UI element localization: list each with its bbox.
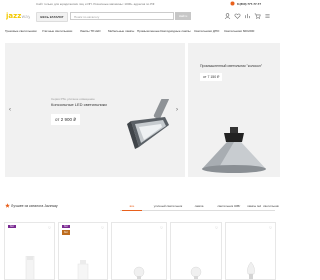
slider-prev-icon[interactable]: ‹ [9,107,11,113]
top-message: Сайт только для юридических лиц и ИП. Ро… [36,2,155,6]
side-banner-price[interactable]: от 7 150 ₽ [200,73,223,81]
candle-bulb-icon [246,262,255,279]
product-card[interactable]: ♡ [111,222,167,280]
nav-item[interactable]: Уличные светильники [42,29,72,33]
header: jazz way ВЕСЬ КАТАЛОГ Поиск по каталогу … [0,9,280,24]
category-nav: Трековые светильники Уличные светильники… [0,27,280,35]
hero-price[interactable]: от 2 900 ₽ [51,114,81,125]
filter-chip[interactable]: уличный светильник [148,203,188,210]
product-card[interactable]: Хит Хит ♡ [58,222,108,280]
tube-lamp-icon [25,256,34,279]
nav-item[interactable]: Светильники 600x600 [224,29,254,33]
phone-number[interactable]: 8 (800) 777-77-77 [237,2,261,6]
compare-icon[interactable] [244,12,251,20]
filter-chip[interactable]: светильник 40Вт [215,203,243,210]
hit-badge-secondary: Хит [62,230,70,235]
favorite-icon[interactable]: ♡ [269,226,272,230]
user-icon[interactable] [224,12,231,20]
hero-banner[interactable]: ‹ › Серия PSL уличное освещение Консольн… [5,43,185,177]
best-section-header: Лучшее из каталога Jazzway все уличный с… [0,200,280,212]
star-icon [5,203,10,208]
highbay-lamp-image [202,127,266,173]
phone-icon [230,1,235,6]
catalog-button[interactable]: ВЕСЬ КАТАЛОГ [36,12,68,22]
cart-icon[interactable] [254,12,261,20]
favorite-icon[interactable]: ♡ [160,226,163,230]
hero-caption: Серия PSL уличное освещение [51,97,95,101]
bulb-icon [190,266,202,279]
nav-item[interactable]: Светильники ДПО [194,29,219,33]
favorite-icon[interactable]: ♡ [215,226,218,230]
favorite-icon[interactable]: ♡ [48,226,51,230]
search-button[interactable]: Найти [175,12,191,20]
svg-text:way: way [22,15,31,20]
hit-badge: Хит [8,225,16,228]
nav-item[interactable]: Промышленные [137,29,160,33]
section-title: Лучшее из каталога Jazzway [11,204,58,208]
nav-item[interactable]: Трековые светильники [5,29,37,33]
product-card[interactable]: ♡ [170,222,222,280]
svg-text:jazz: jazz [6,12,21,20]
street-lamp-image [127,99,170,149]
hero-title: Консольные LED светильники [51,102,107,107]
nav-item[interactable]: Мебельные лампы [108,29,134,33]
menu-icon[interactable] [264,12,271,20]
favorites-icon[interactable] [234,12,241,20]
side-banner-title: Промышленный светильник "колокол" [200,64,263,68]
filter-chip[interactable]: светильник [263,203,279,210]
active-filter-underline [122,210,142,211]
nav-item[interactable]: Светодиодные лампы [160,29,191,33]
side-banner[interactable]: Промышленный светильник "колокол" от 7 1… [188,43,280,177]
filter-chip[interactable]: лампы led [246,203,262,210]
hit-badge: Хит [62,225,70,228]
nav-item[interactable]: Лампы T8 LED [80,29,100,33]
bulb-icon [133,266,145,279]
search-input[interactable]: Поиск по каталогу [70,12,174,20]
favorite-icon[interactable]: ♡ [101,226,104,230]
top-info-bar: Сайт только для юридических лиц и ИП. Ро… [0,0,280,8]
cylinder-lamp-icon [77,260,89,279]
product-card[interactable]: ♡ [225,222,276,280]
product-card[interactable]: Хит ♡ [4,222,55,280]
filter-chip[interactable]: лампа [192,203,206,210]
filter-chip[interactable]: все [122,203,142,210]
jazzway-logo[interactable]: jazz way [6,11,30,21]
